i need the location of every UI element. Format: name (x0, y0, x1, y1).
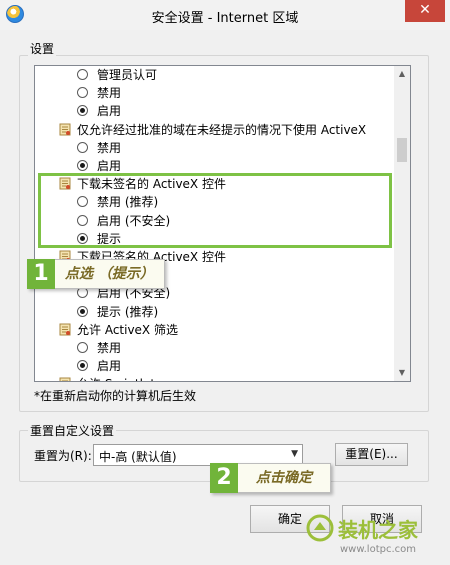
radio-checked-icon[interactable] (77, 105, 88, 117)
settings-category: 允许 Scriptlet (35, 375, 393, 381)
close-button[interactable]: ✕ (405, 0, 445, 22)
radio-checked-icon[interactable] (77, 360, 88, 372)
title-bar: 安全设置 - Internet 区域 ✕ (0, 0, 450, 30)
radio-checked-icon[interactable] (77, 160, 88, 171)
radio-option-label: 禁用 (97, 341, 122, 355)
settings-radio-option[interactable]: 启用 (35, 102, 393, 120)
watermark: 装机之家 www.lotpc.com (300, 510, 450, 565)
settings-radio-option[interactable]: 禁用 (35, 84, 393, 102)
window-title: 安全设置 - Internet 区域 (151, 11, 299, 26)
settings-category: 允许 ActiveX 筛选 (35, 321, 393, 339)
settings-gear-icon (59, 323, 71, 336)
category-label: 允许 Scriptlet (77, 375, 155, 381)
watermark-text: 装机之家 (338, 518, 418, 542)
radio-option-label: 禁用 (97, 140, 122, 155)
settings-radio-option[interactable]: 管理员认可 (35, 66, 393, 84)
watermark-logo-icon (306, 514, 334, 542)
radio-unchecked-icon[interactable] (77, 287, 88, 299)
step2-number: 2 (210, 463, 238, 493)
radio-unchecked-icon[interactable] (77, 141, 88, 153)
restart-note: *在重新启动你的计算机后生效 (34, 389, 197, 403)
highlight-box (38, 173, 392, 248)
scroll-down-arrow-icon[interactable]: ▼ (394, 365, 410, 381)
step1-callout: 1 点选 （提示） (27, 259, 165, 289)
radio-unchecked-icon[interactable] (77, 69, 88, 80)
settings-radio-option[interactable]: 禁用 (35, 139, 393, 157)
radio-checked-icon[interactable] (77, 305, 88, 317)
step2-callout: 2 点击确定 (210, 463, 331, 493)
radio-option-label: 禁用 (97, 86, 122, 101)
step1-number: 1 (27, 259, 55, 289)
category-label: 仅允许经过批准的域在未经提示的情况下使用 ActiveX (77, 122, 367, 137)
reset-group-label: 重置自定义设置 (28, 422, 117, 439)
radio-unchecked-icon[interactable] (77, 342, 88, 353)
reset-to-label: 重置为(R): (34, 449, 92, 463)
radio-option-label: 管理员认可 (97, 68, 158, 82)
settings-group-label: 设置 (28, 40, 57, 57)
vertical-scrollbar[interactable]: ▲ ▼ (394, 66, 410, 381)
scrollbar-thumb[interactable] (397, 138, 407, 162)
chevron-down-icon: ▼ (291, 449, 298, 459)
category-label: 允许 ActiveX 筛选 (77, 322, 178, 337)
reset-level-value: 中-高 (默认值) (99, 450, 177, 464)
step1-text: 点选 （提示） (55, 259, 165, 289)
radio-option-label: 启用 (97, 359, 122, 374)
settings-radio-option[interactable]: 启用 (35, 357, 393, 375)
settings-radio-option[interactable]: 提示 (推荐) (35, 303, 393, 321)
step2-text: 点击确定 (238, 463, 331, 493)
settings-category: 仅允许经过批准的域在未经提示的情况下使用 ActiveX (35, 121, 393, 139)
settings-radio-option[interactable]: 禁用 (35, 339, 393, 357)
settings-gear-icon (59, 123, 71, 136)
reset-button[interactable]: 重置(E)... (335, 443, 408, 466)
watermark-url: www.lotpc.com (340, 544, 416, 555)
settings-gear-icon (59, 377, 71, 381)
radio-option-label: 提示 (推荐) (97, 304, 159, 319)
scroll-up-arrow-icon[interactable]: ▲ (394, 66, 410, 82)
radio-option-label: 启用 (97, 104, 122, 119)
radio-unchecked-icon[interactable] (77, 87, 88, 99)
